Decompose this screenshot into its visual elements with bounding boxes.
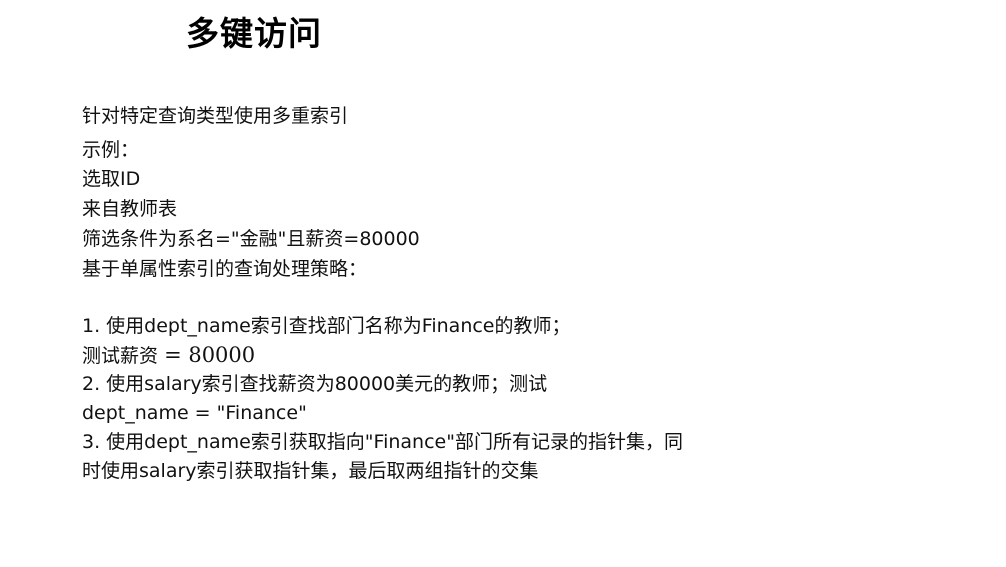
- strategy-3-line-1: 3. 使用dept_name索引获取指向"Finance"部门所有记录的指针集，…: [82, 431, 683, 453]
- strategy-1-math: = 80000: [164, 343, 256, 367]
- strategy-heading: 基于单属性索引的查询处理策略：: [82, 258, 368, 280]
- example-from-line: 来自教师表: [82, 198, 178, 220]
- intro-text: 针对特定查询类型使用多重索引: [82, 105, 349, 127]
- strategy-1-line-2: 测试薪资 = 80000: [82, 341, 722, 370]
- strategy-1-line-1: 1. 使用dept_name索引查找部门名称为Finance的教师；: [82, 315, 571, 337]
- example-select-line: 选取ID: [82, 168, 141, 190]
- slide: 多键访问 针对特定查询类型使用多重索引 示例： 选取ID 来自教师表 筛选条件为…: [0, 0, 1006, 567]
- slide-title: 多键访问: [186, 14, 322, 53]
- strategy-3-line-2: 时使用salary索引获取指针集，最后取两组指针的交集: [82, 460, 539, 482]
- example-where-line: 筛选条件为系名="金融"且薪资=80000: [82, 228, 420, 250]
- slide-body: 针对特定查询类型使用多重索引 示例： 选取ID 来自教师表 筛选条件为系名="金…: [82, 100, 722, 486]
- strategy-1-test-text: 测试薪资: [82, 345, 159, 367]
- strategy-2-line-2: dept_name = "Finance": [82, 402, 307, 424]
- strategy-2-line-1: 2. 使用salary索引查找薪资为80000美元的教师；测试: [82, 373, 548, 395]
- example-label: 示例：: [82, 139, 140, 161]
